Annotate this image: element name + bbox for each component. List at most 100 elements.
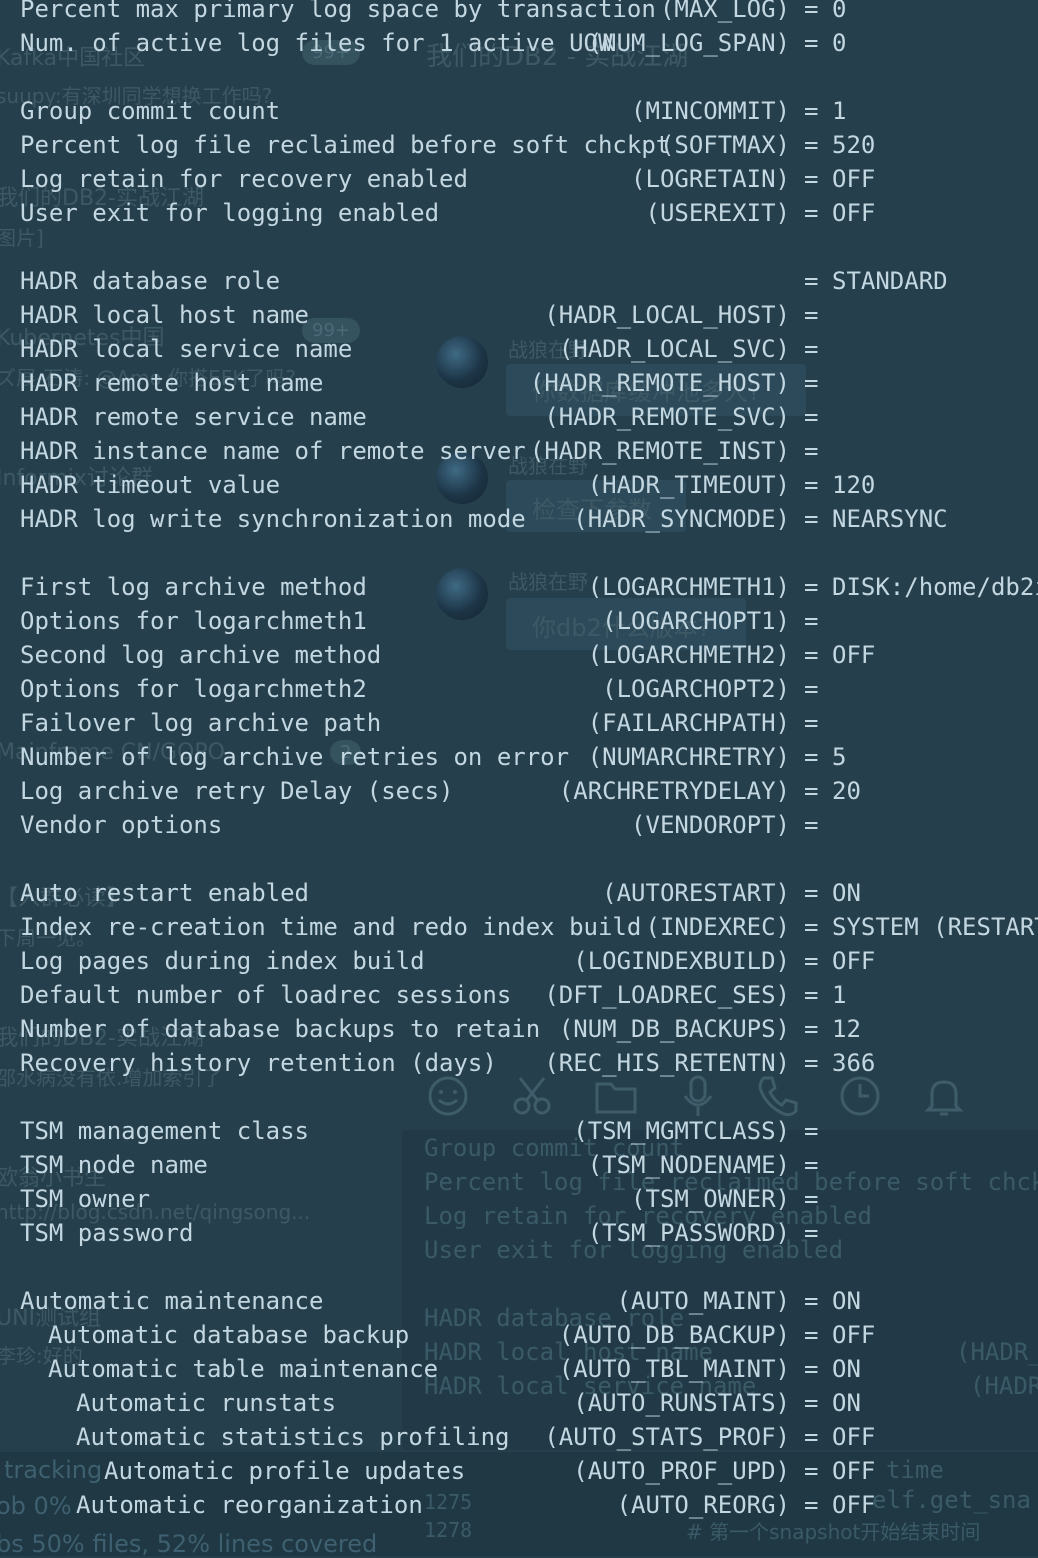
config-description: Automatic profile updates bbox=[104, 1457, 466, 1485]
config-equals-sign: = bbox=[804, 29, 819, 57]
config-description: Automatic maintenance bbox=[20, 1287, 324, 1315]
config-equals-sign: = bbox=[804, 811, 819, 839]
config-description: Auto restart enabled bbox=[20, 879, 309, 907]
config-parameter-key: (HADR_REMOTE_INST) bbox=[529, 437, 790, 465]
config-parameter-key: (HADR_REMOTE_SVC) bbox=[544, 403, 790, 431]
config-line: Number of database backups to retain (NUM… bbox=[20, 1012, 1038, 1046]
bell-icon bbox=[924, 1080, 964, 1116]
config-value: OFF bbox=[832, 1423, 876, 1451]
config-parameter-key: (REC_HIS_RETENTN) bbox=[544, 1049, 790, 1077]
config-value: 1 bbox=[832, 981, 847, 1009]
config-equals-sign: = bbox=[804, 1185, 819, 1213]
config-description: Index re-creation time and redo index bu… bbox=[20, 913, 642, 941]
config-description: HADR remote host name bbox=[20, 369, 324, 397]
config-equals-sign: = bbox=[804, 641, 819, 669]
config-value: 120 bbox=[832, 471, 876, 499]
config-description: Automatic runstats bbox=[76, 1389, 337, 1417]
config-description: TSM management class bbox=[20, 1117, 309, 1145]
config-equals-sign: = bbox=[804, 1117, 819, 1145]
config-description: First log archive method bbox=[20, 573, 367, 601]
config-description: HADR local host name bbox=[20, 301, 309, 329]
config-equals-sign: = bbox=[804, 267, 819, 295]
config-equals-sign: = bbox=[804, 947, 819, 975]
config-line: Percent log file reclaimed before soft c… bbox=[20, 128, 1038, 162]
config-equals-sign: = bbox=[804, 607, 819, 635]
config-equals-sign: = bbox=[804, 1151, 819, 1179]
config-value: OFF bbox=[832, 1457, 876, 1485]
config-description: Options for logarchmeth1 bbox=[20, 607, 367, 635]
config-equals-sign: = bbox=[804, 913, 819, 941]
config-description: Automatic reorganization bbox=[76, 1491, 423, 1519]
config-value: OFF bbox=[832, 641, 876, 669]
config-line: Group commit count (MINCOMMIT) = 1 bbox=[20, 94, 1038, 128]
config-parameter-key: (AUTORESTART) bbox=[602, 879, 790, 907]
config-parameter-key: (LOGARCHOPT1) bbox=[602, 607, 790, 635]
config-line: Automatic maintenance (AUTO_MAINT) = ON bbox=[20, 1284, 1038, 1318]
config-parameter-key: (VENDOROPT) bbox=[631, 811, 790, 839]
config-parameter-key: (HADR_SYNCMODE) bbox=[573, 505, 790, 533]
config-line: Percent max primary log space by transac… bbox=[20, 0, 1038, 26]
config-parameter-key: (AUTO_STATS_PROF) bbox=[544, 1423, 790, 1451]
config-equals-sign: = bbox=[804, 879, 819, 907]
config-equals-sign: = bbox=[804, 709, 819, 737]
config-line: Log pages during index build (LOGINDEXBUI… bbox=[20, 944, 1038, 978]
config-description: HADR local service name bbox=[20, 335, 353, 363]
config-description: Log archive retry Delay (secs) bbox=[20, 777, 454, 805]
config-line: HADR database role = STANDARD bbox=[20, 264, 1038, 298]
config-description: TSM password bbox=[20, 1219, 194, 1247]
config-value: 20 bbox=[832, 777, 861, 805]
config-description: Failover log archive path bbox=[20, 709, 382, 737]
config-parameter-key: (LOGINDEXBUILD) bbox=[573, 947, 790, 975]
config-line: Automatic table maintenance (AUTO_TBL_MAI… bbox=[20, 1352, 1038, 1386]
config-line: HADR log write synchronization mode (HADR… bbox=[20, 502, 1038, 536]
scissors-icon bbox=[513, 1077, 551, 1115]
config-equals-sign: = bbox=[804, 1491, 819, 1519]
config-description: Num. of active log files for 1 active UO… bbox=[20, 29, 613, 57]
emoji-icon bbox=[428, 1076, 468, 1116]
folder-icon bbox=[595, 1082, 637, 1114]
config-line: Failover log archive path (FAILARCHPATH) = bbox=[20, 706, 1038, 740]
config-parameter-key: (NUM_LOG_SPAN) bbox=[587, 29, 790, 57]
config-equals-sign: = bbox=[804, 1219, 819, 1247]
config-description: Second log archive method bbox=[20, 641, 382, 669]
config-value: OFF bbox=[832, 947, 876, 975]
config-description: TSM owner bbox=[20, 1185, 151, 1213]
config-equals-sign: = bbox=[804, 403, 819, 431]
config-description: Number of log archive retries on error bbox=[20, 743, 570, 771]
config-line: Options for logarchmeth2 (LOGARCHOPT2) = bbox=[20, 672, 1038, 706]
config-parameter-key: (HADR_REMOTE_HOST) bbox=[529, 369, 790, 397]
config-description: Percent max primary log space by transac… bbox=[20, 0, 656, 23]
config-value: DISK:/home/db2i bbox=[832, 573, 1038, 601]
config-parameter-key: (AUTO_RUNSTATS) bbox=[573, 1389, 790, 1417]
config-value: 5 bbox=[832, 743, 847, 771]
config-equals-sign: = bbox=[804, 1389, 819, 1417]
config-line: Automatic statistics profiling (AUTO_STAT… bbox=[20, 1420, 1038, 1454]
config-parameter-key: (AUTO_MAINT) bbox=[616, 1287, 790, 1315]
config-equals-sign: = bbox=[804, 97, 819, 125]
config-line: Number of log archive retries on error (N… bbox=[20, 740, 1038, 774]
config-line: TSM owner (TSM_OWNER) = bbox=[20, 1182, 1038, 1216]
config-description: Log retain for recovery enabled bbox=[20, 165, 468, 193]
config-description: Automatic table maintenance bbox=[48, 1355, 439, 1383]
config-parameter-key: (SOFTMAX) bbox=[659, 131, 790, 159]
config-parameter-key: (NUMARCHRETRY) bbox=[587, 743, 790, 771]
config-parameter-key: (LOGARCHMETH1) bbox=[587, 573, 790, 601]
config-equals-sign: = bbox=[804, 1287, 819, 1315]
config-line: Log archive retry Delay (secs) (ARCHRETRY… bbox=[20, 774, 1038, 808]
config-value: OFF bbox=[832, 199, 876, 227]
config-line: TSM management class (TSM_MGMTCLASS) = bbox=[20, 1114, 1038, 1148]
config-equals-sign: = bbox=[804, 471, 819, 499]
config-value: ON bbox=[832, 1287, 861, 1315]
config-parameter-key: (HADR_TIMEOUT) bbox=[587, 471, 790, 499]
config-line: First log archive method (LOGARCHMETH1) = D… bbox=[20, 570, 1038, 604]
config-line: Automatic profile updates (AUTO_PROF_UPD)… bbox=[20, 1454, 1038, 1488]
config-description: Log pages during index build bbox=[20, 947, 425, 975]
config-value: ON bbox=[832, 1355, 861, 1383]
phone-icon bbox=[758, 1076, 798, 1117]
config-parameter-key: (LOGARCHMETH2) bbox=[587, 641, 790, 669]
config-line: Vendor options (VENDOROPT) = bbox=[20, 808, 1038, 842]
config-line: Log retain for recovery enabled (LOGRETAI… bbox=[20, 162, 1038, 196]
microphone-icon bbox=[683, 1075, 713, 1116]
config-parameter-key: (DFT_LOADREC_SES) bbox=[544, 981, 790, 1009]
config-equals-sign: = bbox=[804, 1355, 819, 1383]
